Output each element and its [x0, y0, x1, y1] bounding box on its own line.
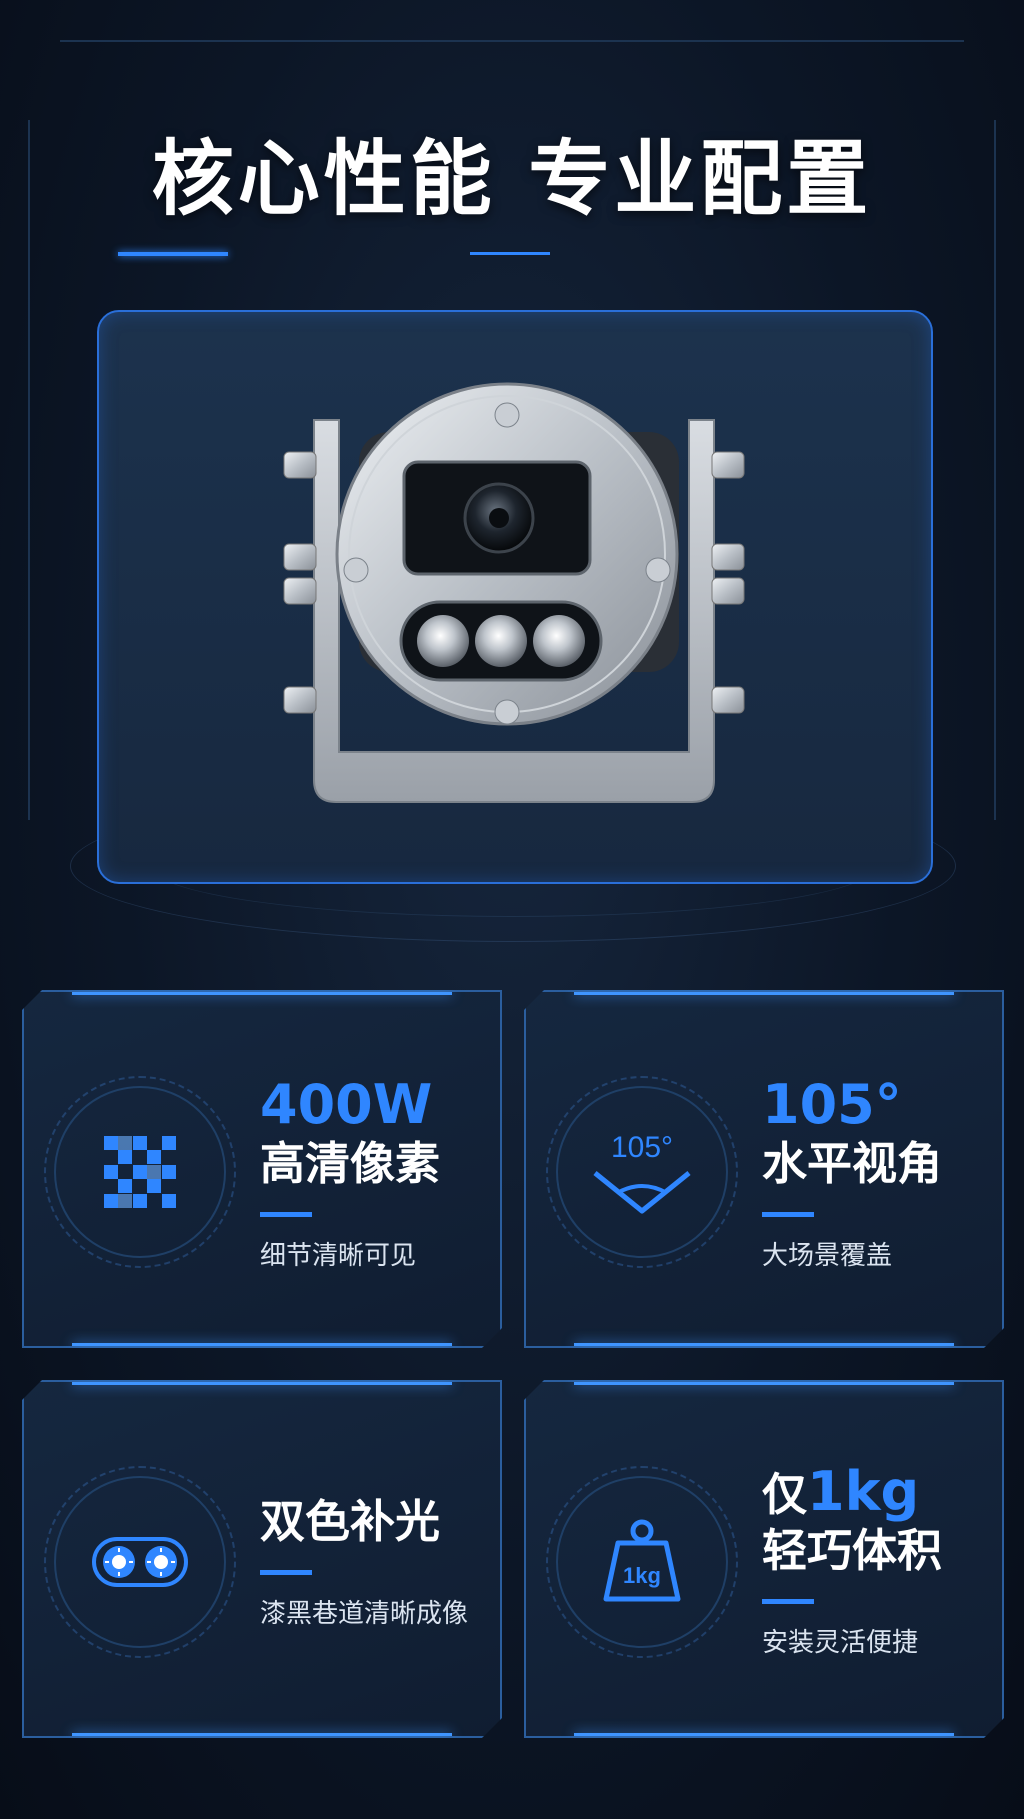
viewing-angle-icon: 105°: [587, 1127, 697, 1217]
feature-text: 仅1kg 轻巧体积 安装灵活便捷: [762, 1464, 942, 1660]
feature-text: 400W 高清像素 细节清晰可见: [260, 1074, 440, 1273]
feature-text: 双色补光 漆黑巷道清晰成像: [260, 1494, 468, 1631]
feature-title-line2: 轻巧体积: [762, 1524, 943, 1577]
dual-light-icon: [92, 1537, 188, 1587]
icon-ring: 1kg: [556, 1476, 728, 1648]
icon-ring: 105°: [556, 1086, 728, 1258]
feature-card-weight: 1kg 仅1kg 轻巧体积 安装灵活便捷: [524, 1380, 1004, 1738]
feature-desc: 大场景覆盖: [762, 1241, 893, 1271]
feature-card-resolution: 400W 高清像素 细节清晰可见: [22, 990, 502, 1348]
feature-desc: 漆黑巷道清晰成像: [260, 1599, 469, 1629]
feature-title-prefix: 仅: [762, 1468, 808, 1521]
accent-bar: [260, 1570, 312, 1575]
accent-bar: [260, 1212, 312, 1217]
pixel-grid-icon: [104, 1136, 176, 1208]
icon-ring: [54, 1086, 226, 1258]
page-title: 核心性能 专业配置: [151, 132, 873, 227]
frame-top-line: [60, 40, 964, 42]
card-glow-top: [72, 1382, 453, 1385]
card-glow-top: [574, 1382, 955, 1385]
card-glow-top: [72, 992, 453, 995]
title-underline-accent: [118, 252, 228, 256]
card-glow-bottom: [574, 1733, 955, 1736]
feature-text: 105° 水平视角 大场景覆盖: [762, 1074, 942, 1273]
explosion-proof-camera-image: [283, 382, 745, 803]
icon-ring: [54, 1476, 226, 1648]
feature-title: 双色补光: [260, 1495, 441, 1548]
card-glow-bottom: [72, 1343, 453, 1346]
accent-bar: [762, 1212, 814, 1217]
feature-card-dual-light: 双色补光 漆黑巷道清晰成像: [22, 1380, 502, 1738]
feature-highlight: 400W: [260, 1073, 433, 1136]
feature-desc: 细节清晰可见: [260, 1241, 417, 1271]
weight-icon: 1kg: [602, 1519, 682, 1605]
feature-title: 高清像素: [260, 1137, 441, 1190]
viewing-angle-icon-label: 105°: [611, 1131, 673, 1164]
card-glow-bottom: [574, 1343, 955, 1346]
title-underline-right: [470, 252, 550, 255]
weight-icon-label: 1kg: [623, 1563, 661, 1588]
card-glow-top: [574, 992, 955, 995]
feature-title: 水平视角: [762, 1137, 943, 1190]
feature-desc: 安装灵活便捷: [762, 1628, 919, 1658]
product-image-card: [97, 310, 933, 884]
feature-title-highlight: 1kg: [807, 1460, 920, 1523]
accent-bar: [762, 1599, 814, 1604]
feature-title-line1: 仅1kg: [762, 1464, 942, 1523]
card-glow-bottom: [72, 1733, 453, 1736]
feature-highlight: 105°: [762, 1073, 902, 1136]
feature-card-view-angle: 105° 105° 水平视角 大场景覆盖: [524, 990, 1004, 1348]
